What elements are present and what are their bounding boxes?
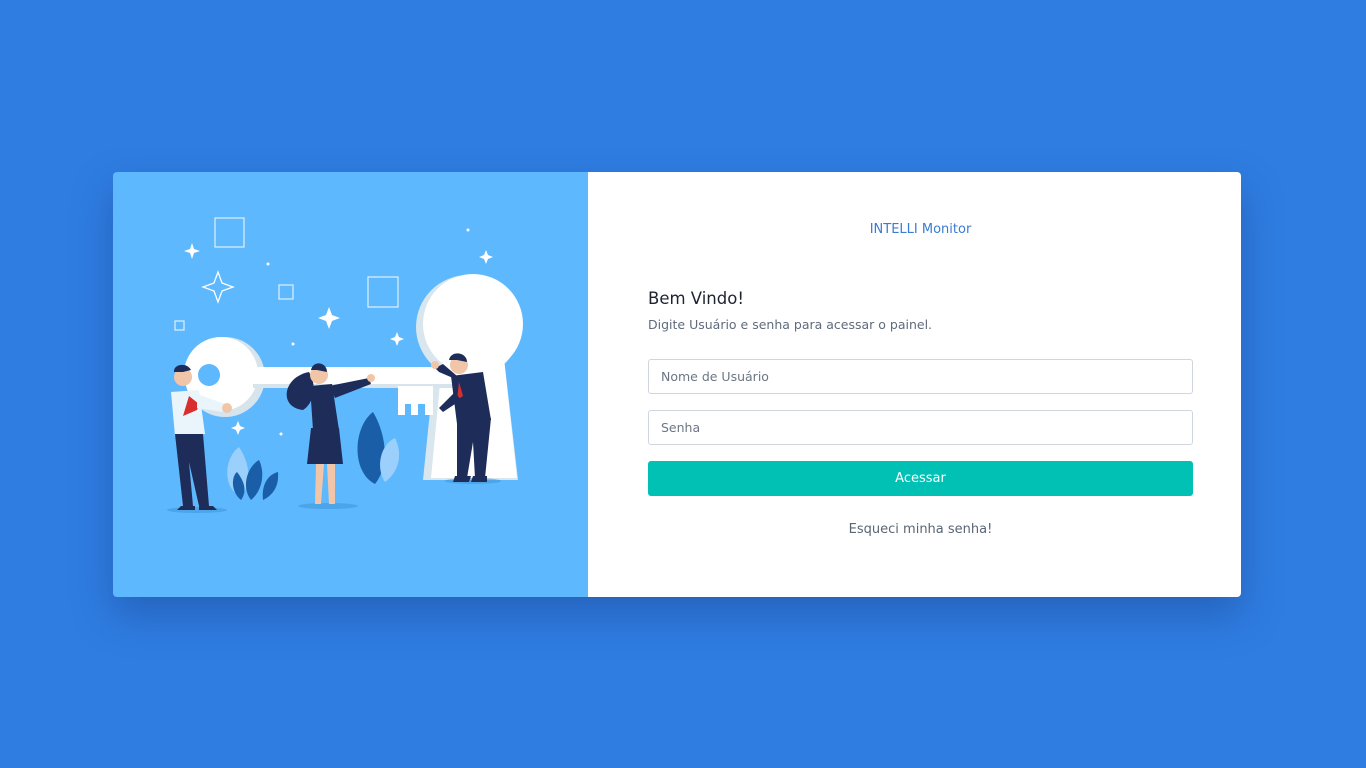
login-subtitle: Digite Usuário e senha para acessar o pa… (648, 317, 933, 332)
username-input[interactable] (648, 359, 1193, 394)
forgot-password-link[interactable]: Esqueci minha senha! (648, 522, 1193, 537)
login-button[interactable]: Acessar (648, 461, 1193, 496)
welcome-heading: Bem Vindo! (648, 289, 744, 308)
decorative-squares (174, 217, 399, 331)
sparkle-outline-icon (201, 270, 235, 304)
brand-title: INTELLI Monitor (869, 222, 972, 237)
people-carrying-key-illustration (167, 217, 523, 513)
login-form-panel: INTELLI Monitor Bem Vindo! Digite Usuári… (588, 172, 1241, 597)
login-card: INTELLI Monitor Bem Vindo! Digite Usuári… (113, 172, 1241, 597)
password-input[interactable] (648, 410, 1193, 445)
illustration-panel (113, 172, 588, 597)
